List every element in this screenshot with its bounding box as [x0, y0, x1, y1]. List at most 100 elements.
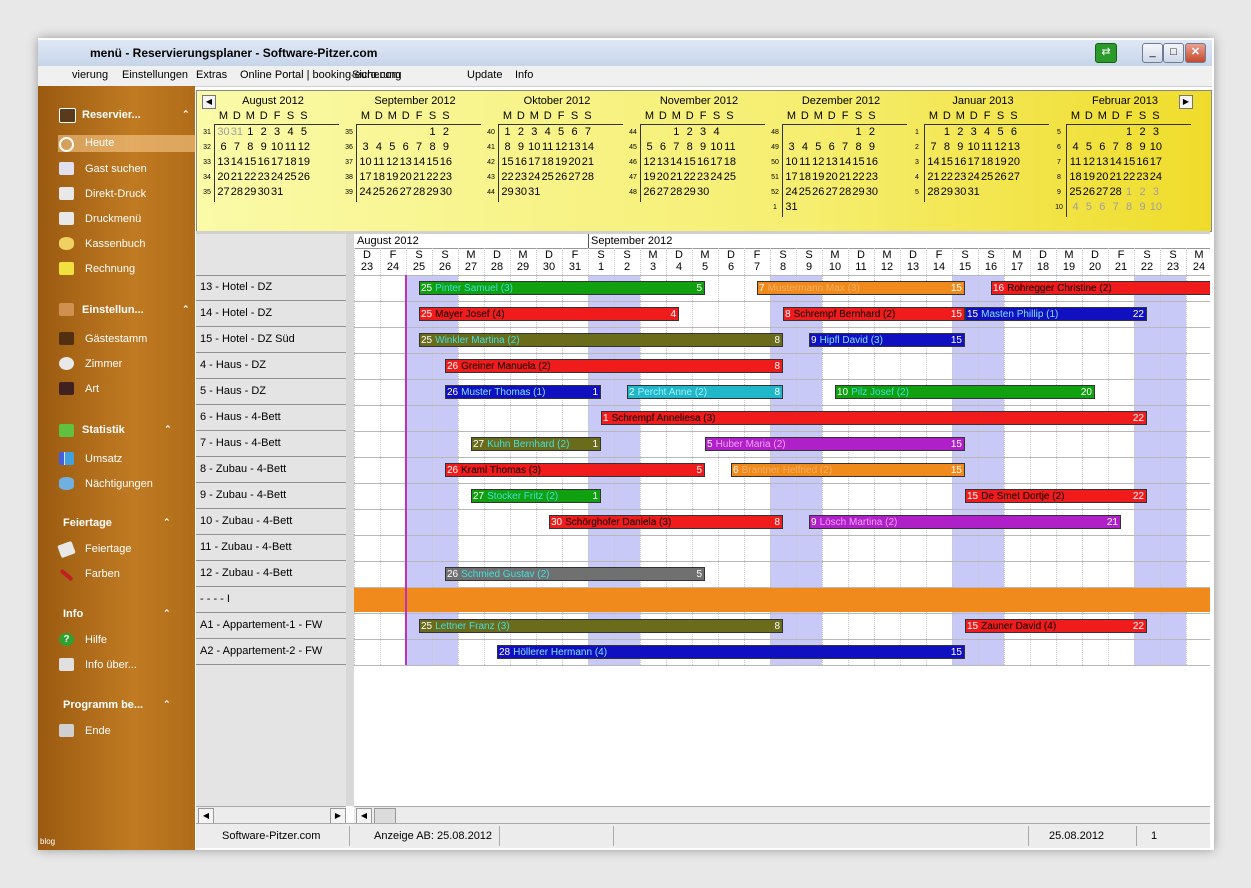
calendar-day[interactable]: 3 [271, 126, 284, 138]
calendar-day[interactable]: 25 [284, 171, 297, 183]
booking-bar[interactable]: 15 Zauner David (4) 22 [965, 619, 1147, 633]
calendar-day[interactable]: 5 [555, 126, 568, 138]
calendar-day[interactable]: 5 [297, 126, 310, 138]
calendar-month-title[interactable]: September 2012 [345, 95, 485, 107]
calendar-day[interactable]: 27 [1096, 186, 1109, 198]
day-date-label[interactable]: 12 [874, 261, 900, 273]
calendar-day[interactable]: 10 [1149, 201, 1162, 213]
calendar-day[interactable]: 15 [852, 156, 865, 168]
calendar-day[interactable]: 3 [528, 126, 541, 138]
calendar-day[interactable]: 21 [927, 171, 940, 183]
scroll-left-button[interactable]: ◀ [198, 808, 214, 824]
calendar-day[interactable]: 7 [839, 141, 852, 153]
calendar-day[interactable]: 2 [1136, 186, 1149, 198]
calendar-day[interactable]: 19 [1082, 171, 1095, 183]
calendar-day[interactable]: 15 [244, 156, 257, 168]
calendar-day[interactable]: 4 [981, 126, 994, 138]
room-row[interactable]: 10 - Zubau - 4-Bett [196, 509, 346, 535]
calendar-day[interactable]: 24 [967, 171, 980, 183]
scroll-right-button[interactable]: ▶ [330, 808, 346, 824]
calendar-day[interactable]: 15 [940, 156, 953, 168]
room-row[interactable]: 5 - Haus - DZ [196, 379, 346, 405]
calendar-month-title[interactable]: Januar 2013 [913, 95, 1053, 107]
calendar-day[interactable]: 19 [994, 156, 1007, 168]
booking-bar[interactable]: 10 Pilz Josef (2) 20 [835, 385, 1095, 399]
calendar-day[interactable]: 18 [541, 156, 554, 168]
sidebar-item-naechtigungen[interactable]: Nächtigungen [85, 478, 153, 490]
calendar-day[interactable]: 26 [643, 186, 656, 198]
calendar-day[interactable]: 11 [1069, 156, 1082, 168]
calendar-day[interactable]: 2 [683, 126, 696, 138]
calendar-day[interactable]: 12 [386, 156, 399, 168]
calendar-day[interactable]: 20 [217, 171, 230, 183]
day-date-label[interactable]: 17 [1004, 261, 1030, 273]
day-date-label[interactable]: 26 [432, 261, 458, 273]
calendar-day[interactable]: 16 [954, 156, 967, 168]
calendar-day[interactable]: 17 [1149, 156, 1162, 168]
calendar-day[interactable]: 19 [555, 156, 568, 168]
calendar-day[interactable]: 22 [426, 171, 439, 183]
day-date-label[interactable]: 27 [458, 261, 484, 273]
calendar-day[interactable]: 20 [1096, 171, 1109, 183]
booking-bar[interactable]: 26 Greiner Manuela (2) 8 [445, 359, 783, 373]
calendar-day[interactable]: 30 [514, 186, 527, 198]
booking-bar[interactable]: 25 Pinter Samuel (3) 5 [419, 281, 705, 295]
calendar-day[interactable]: 20 [568, 156, 581, 168]
calendar-month-title[interactable]: Oktober 2012 [487, 95, 627, 107]
calendar-day[interactable]: 12 [297, 141, 310, 153]
calendar-day[interactable]: 15 [501, 156, 514, 168]
calendar-day[interactable]: 1 [670, 126, 683, 138]
day-date-label[interactable]: 11 [848, 261, 874, 273]
calendar-day[interactable]: 4 [1069, 201, 1082, 213]
calendar-day[interactable]: 23 [865, 171, 878, 183]
calendar-day[interactable]: 15 [683, 156, 696, 168]
calendar-day[interactable]: 16 [257, 156, 270, 168]
calendar-day[interactable]: 23 [439, 171, 452, 183]
calendar-day[interactable]: 11 [723, 141, 736, 153]
room-row[interactable]: 6 - Haus - 4-Bett [196, 405, 346, 431]
calendar-day[interactable]: 27 [656, 186, 669, 198]
calendar-day[interactable]: 27 [568, 171, 581, 183]
collapse-chevron-icon[interactable]: ⌃ [163, 699, 171, 710]
calendar-day[interactable]: 24 [785, 186, 798, 198]
booking-bar[interactable]: 30 Schörghofer Daniela (3) 8 [549, 515, 783, 529]
calendar-day[interactable]: 3 [967, 126, 980, 138]
room-hscrollbar[interactable]: ◀ ▶ [196, 806, 346, 824]
minimize-button[interactable]: _ [1142, 43, 1163, 63]
calendar-day[interactable]: 25 [723, 171, 736, 183]
calendar-day[interactable]: 31 [785, 201, 798, 213]
calendar-day[interactable]: 7 [1109, 141, 1122, 153]
sidebar-item-kassenbuch[interactable]: Kassenbuch [85, 238, 146, 250]
room-list-scrollbar[interactable] [346, 234, 354, 806]
calendar-day[interactable]: 24 [1149, 171, 1162, 183]
calendar-day[interactable]: 17 [359, 171, 372, 183]
calendar-day[interactable]: 18 [284, 156, 297, 168]
room-row[interactable]: 12 - Zubau - 4-Bett [196, 561, 346, 587]
calendar-day[interactable]: 9 [1136, 201, 1149, 213]
section-statistik[interactable]: Statistik ⌃ [82, 424, 172, 436]
scroll-left-button[interactable]: ◀ [356, 808, 372, 824]
calendar-day[interactable]: 7 [581, 126, 594, 138]
calendar-day[interactable]: 25 [372, 186, 385, 198]
maximize-button[interactable]: □ [1163, 43, 1184, 63]
calendar-day[interactable]: 8 [852, 141, 865, 153]
booking-bar[interactable]: 27 Kuhn Bernhard (2) 1 [471, 437, 601, 451]
menu-info[interactable]: Info [515, 69, 533, 81]
calendar-day[interactable]: 6 [399, 141, 412, 153]
calendar-month-title[interactable]: Dezember 2012 [771, 95, 911, 107]
calendar-day[interactable]: 13 [656, 156, 669, 168]
calendar-day[interactable]: 3 [785, 141, 798, 153]
room-row[interactable]: A2 - Appartement-2 - FW [196, 639, 346, 665]
calendar-day[interactable]: 17 [785, 171, 798, 183]
day-date-label[interactable]: 3 [640, 261, 666, 273]
calendar-day[interactable]: 31 [230, 126, 243, 138]
sidebar-item-hilfe[interactable]: Hilfe [85, 634, 107, 646]
calendar-day[interactable]: 4 [710, 126, 723, 138]
calendar-day[interactable]: 12 [555, 141, 568, 153]
calendar-day[interactable]: 7 [670, 141, 683, 153]
sidebar-item-umsatz[interactable]: Umsatz [85, 453, 122, 465]
calendar-day[interactable]: 11 [981, 141, 994, 153]
sidebar-item-zimmer[interactable]: Zimmer [85, 358, 122, 370]
calendar-day[interactable]: 9 [257, 141, 270, 153]
day-date-label[interactable]: 13 [900, 261, 926, 273]
